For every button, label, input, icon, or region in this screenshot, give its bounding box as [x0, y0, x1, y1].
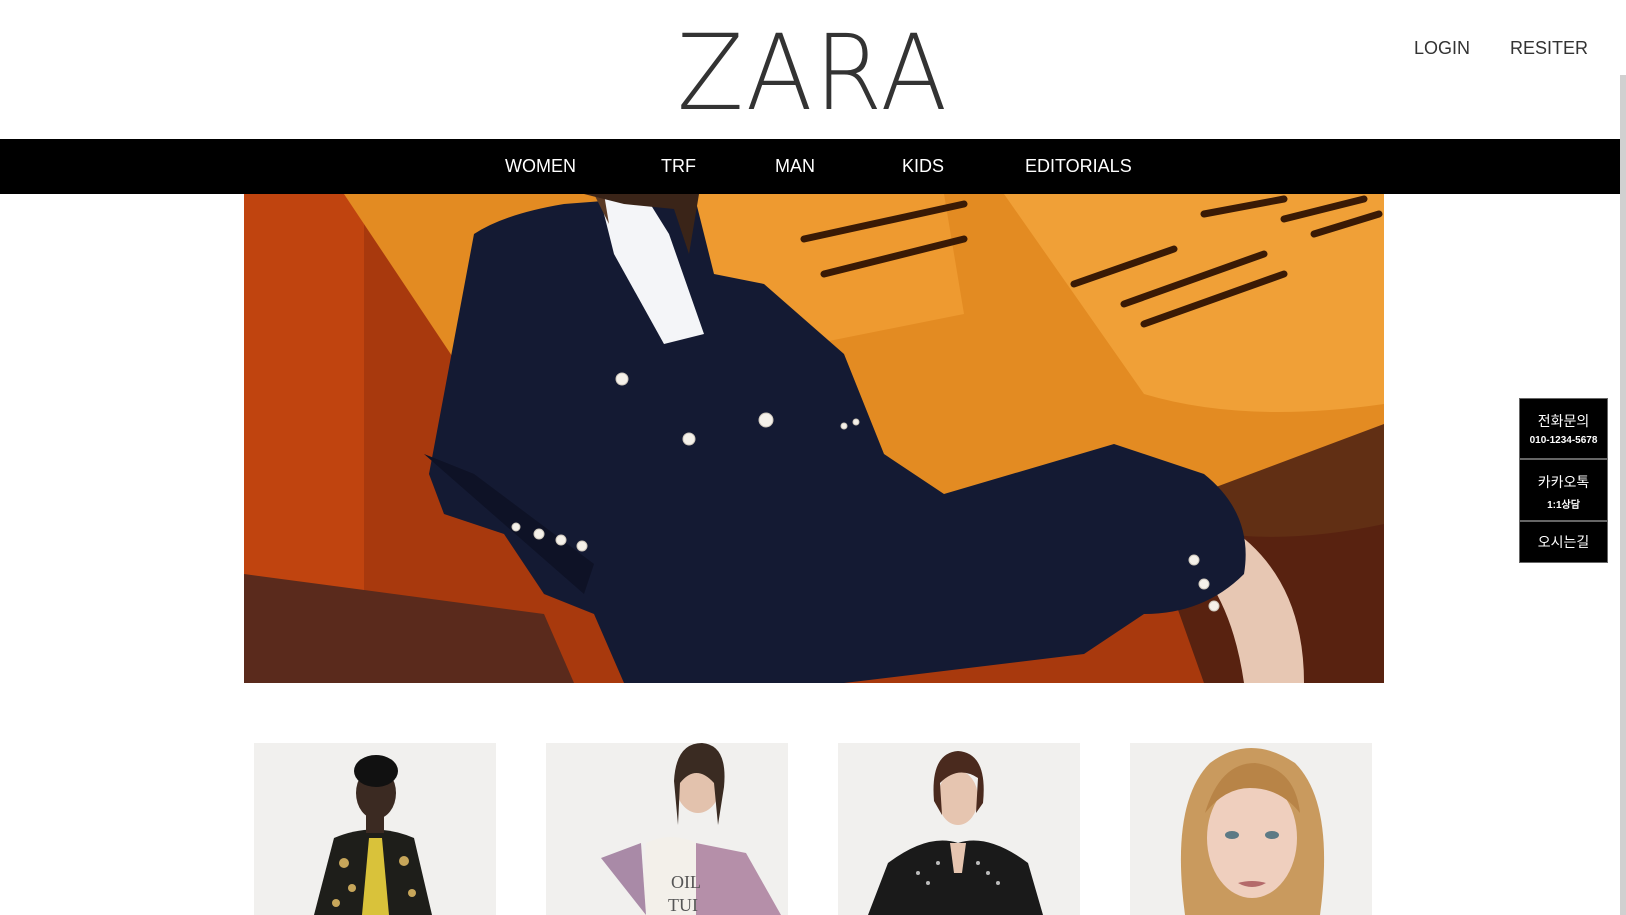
- model-paisley-jacket-photo-icon: [254, 743, 496, 915]
- nav-item-man[interactable]: MAN: [775, 139, 815, 194]
- register-link[interactable]: RESITER: [1510, 38, 1588, 59]
- phone-inquiry-button[interactable]: 전화문의 010-1234-5678: [1519, 398, 1608, 459]
- zara-logo[interactable]: ZARA: [49, 18, 1577, 128]
- page-scrollbar[interactable]: [1620, 75, 1626, 915]
- model-leather-jacket-photo-icon: [838, 743, 1080, 915]
- directions-label: 오시는길: [1537, 534, 1590, 550]
- nav-item-kids[interactable]: KIDS: [902, 139, 944, 194]
- auth-links: LOGIN RESITER: [1414, 38, 1588, 59]
- login-link[interactable]: LOGIN: [1414, 38, 1470, 59]
- phone-number: 010-1234-5678: [1529, 435, 1598, 446]
- page: ZARA LOGIN RESITER WOMEN TRF MAN KIDS ED…: [0, 0, 1626, 915]
- svg-text:TUI: TUI: [668, 895, 698, 915]
- kakao-talk-button[interactable]: 카카오톡 1:1상담: [1519, 459, 1608, 521]
- nav-item-editorials[interactable]: EDITORIALS: [1025, 139, 1132, 194]
- kakao-talk-label: 카카오톡: [1537, 474, 1590, 490]
- main-nav: WOMEN TRF MAN KIDS EDITORIALS: [0, 139, 1626, 194]
- nav-item-trf[interactable]: TRF: [661, 139, 696, 194]
- kakao-talk-sub: 1:1상담: [1547, 500, 1580, 511]
- header: ZARA LOGIN RESITER: [0, 0, 1626, 139]
- directions-button[interactable]: 오시는길: [1519, 521, 1608, 563]
- product-card[interactable]: [1130, 743, 1372, 915]
- hero-photo-illustration: [244, 194, 1384, 683]
- hero-banner-image[interactable]: [244, 194, 1384, 683]
- side-contact-panel: 전화문의 010-1234-5678 카카오톡 1:1상담 오시는길: [1519, 398, 1608, 563]
- product-card[interactable]: OIL TUI: [546, 743, 788, 915]
- product-grid: OIL TUI: [0, 743, 1626, 915]
- svg-text:OIL: OIL: [671, 872, 701, 892]
- model-tweed-jacket-photo-icon: OIL TUI: [546, 743, 788, 915]
- product-card[interactable]: [838, 743, 1080, 915]
- phone-inquiry-label: 전화문의: [1537, 413, 1590, 429]
- model-portrait-photo-icon: [1130, 743, 1372, 915]
- product-card[interactable]: [254, 743, 496, 915]
- nav-item-women[interactable]: WOMEN: [505, 139, 576, 194]
